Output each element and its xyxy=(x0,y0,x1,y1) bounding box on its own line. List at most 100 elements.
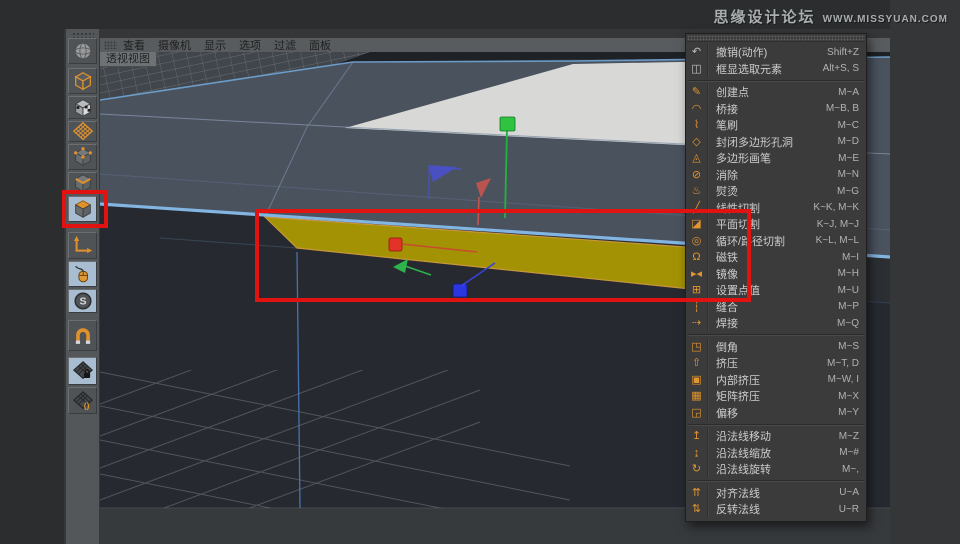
viewport-menu-item[interactable]: 面板 xyxy=(309,37,331,53)
context-menu-item[interactable]: ╱ 线性切割 K~K, M~K xyxy=(686,200,866,217)
brush-icon: ⌇ xyxy=(686,117,708,133)
left-gutter xyxy=(0,0,64,544)
polygons-mode-icon xyxy=(72,198,94,220)
tool-lock-workplane[interactable] xyxy=(68,357,97,385)
context-menu-item[interactable]: ◪ 平面切割 K~J, M~J xyxy=(686,216,866,233)
set-point-value-icon: ⊞ xyxy=(686,282,708,298)
context-menu-item[interactable]: ⊞ 设置点值 M~U xyxy=(686,282,866,299)
z-axis-handle xyxy=(453,284,467,297)
context-menu-item[interactable]: ↶ 撤销(动作) Shift+Z xyxy=(686,44,866,61)
enable-axis-icon xyxy=(72,235,94,257)
magnet-icon: Ω xyxy=(686,249,708,265)
context-menu-item[interactable]: ⇈ 对齐法线 U~A xyxy=(686,485,866,502)
context-menu-item[interactable]: ▦ 矩阵挤压 M~X xyxy=(686,388,866,405)
mirror-icon: ▸◂ xyxy=(686,266,708,282)
context-menu-item[interactable]: ↨ 沿法线缩放 M~# xyxy=(686,445,866,462)
snap-settings-icon: S xyxy=(72,290,94,312)
viewport-menu-item[interactable]: 摄像机 xyxy=(158,37,191,53)
viewport-menu-item[interactable]: 查看 xyxy=(123,37,145,53)
watermark-site-name: 思缘设计论坛 xyxy=(714,9,816,26)
smooth-shift-icon: ◲ xyxy=(686,405,708,421)
context-menu: ↶ 撤销(动作) Shift+Z ◫ 框显选取元素 Alt+S, S ✎ 创建点… xyxy=(685,33,867,522)
snap-magnet-icon xyxy=(72,325,94,347)
mouse-icon xyxy=(72,263,94,285)
cinema4d-app: 思缘设计论坛 WWW.MISSYUAN.COM xyxy=(0,0,960,544)
context-menu-item[interactable]: ◠ 桥接 M~B, B xyxy=(686,101,866,118)
context-menu-item[interactable]: ◫ 框显选取元素 Alt+S, S xyxy=(686,61,866,78)
tool-snap-magnet[interactable] xyxy=(68,320,97,351)
rotate-normals-icon: ↻ xyxy=(686,461,708,477)
context-menu-item[interactable]: ┆ 缝合 M~P xyxy=(686,299,866,316)
context-menu-item[interactable]: ◳ 倒角 M~S xyxy=(686,339,866,356)
context-menu-item[interactable]: ◲ 偏移 M~Y xyxy=(686,405,866,422)
workplane-mode-icon xyxy=(72,121,94,143)
viewport-menu-item[interactable]: 显示 xyxy=(204,37,226,53)
close-polygon-hole-icon: ◇ xyxy=(686,134,708,150)
matrix-extrude-icon: ▦ xyxy=(686,388,708,404)
lock-workplane-icon xyxy=(72,360,94,382)
make-editable-icon xyxy=(72,40,94,62)
context-menu-item[interactable]: ▸◂ 镜像 M~H xyxy=(686,266,866,283)
line-cut-icon: ╱ xyxy=(686,200,708,216)
watermark-site-url: WWW.MISSYUAN.COM xyxy=(823,14,948,25)
context-menu-item[interactable]: ⇧ 挤压 M~T, D xyxy=(686,355,866,372)
align-workplane-icon: () xyxy=(72,390,94,412)
tool-model-mode[interactable] xyxy=(68,68,97,94)
menu-separator xyxy=(688,334,864,336)
context-menu-item[interactable]: ⌇ 笔刷 M~C xyxy=(686,117,866,134)
align-normals-icon: ⇈ xyxy=(686,485,708,501)
dissolve-icon: ⊘ xyxy=(686,167,708,183)
loop-path-cut-icon: ◎ xyxy=(686,233,708,249)
viewport-menu-item[interactable]: 选项 xyxy=(239,37,261,53)
polygon-pen-icon: ◬ xyxy=(686,150,708,166)
context-menu-item[interactable]: ⇅ 反转法线 U~R xyxy=(686,501,866,518)
x-axis-handle xyxy=(389,238,402,251)
plane-cut-icon: ◪ xyxy=(686,216,708,232)
mode-toolbar: S () xyxy=(66,29,99,544)
viewport-menu-item[interactable]: 过滤 xyxy=(274,37,296,53)
tool-enable-axis[interactable] xyxy=(68,232,97,259)
context-menu-item[interactable]: ◬ 多边形画笔 M~E xyxy=(686,150,866,167)
create-point-icon: ✎ xyxy=(686,84,708,100)
bridge-icon: ◠ xyxy=(686,101,708,117)
svg-text:(): () xyxy=(83,400,89,410)
menu-separator xyxy=(688,80,864,82)
tool-align-workplane[interactable]: () xyxy=(68,387,97,414)
weld-icon: ⇢ xyxy=(686,315,708,331)
context-menu-item[interactable]: ⊘ 消除 M~N xyxy=(686,167,866,184)
model-mode-icon xyxy=(72,70,94,92)
tool-polygons-mode[interactable] xyxy=(68,196,97,222)
watermark: 思缘设计论坛 WWW.MISSYUAN.COM xyxy=(714,6,948,27)
context-menu-item[interactable]: ↻ 沿法线旋转 M~, xyxy=(686,461,866,478)
texture-mode-icon xyxy=(72,97,94,119)
undo-icon: ↶ xyxy=(686,44,708,60)
menu-tearoff-strip[interactable] xyxy=(687,35,865,42)
context-menu-item[interactable]: ⇢ 焊接 M~Q xyxy=(686,315,866,332)
y-axis-handle xyxy=(500,117,515,131)
context-menu-item[interactable]: ▣ 内部挤压 M~W, I xyxy=(686,372,866,389)
context-menu-item[interactable]: ↥ 沿法线移动 M~Z xyxy=(686,428,866,445)
viewport-view-label[interactable]: 透视视图 xyxy=(100,52,157,67)
stitch-sew-icon: ┆ xyxy=(686,299,708,315)
tool-texture-mode[interactable] xyxy=(68,96,97,119)
points-mode-icon xyxy=(72,146,94,168)
tool-workplane-mode[interactable] xyxy=(68,121,97,142)
extrude-inner-icon: ▣ xyxy=(686,372,708,388)
tool-make-editable[interactable] xyxy=(68,38,97,64)
svg-text:S: S xyxy=(79,296,86,308)
context-menu-item[interactable]: ◇ 封闭多边形孔洞 M~D xyxy=(686,134,866,151)
tool-edges-mode[interactable] xyxy=(68,172,97,194)
tool-tweak-mode[interactable] xyxy=(68,261,97,287)
context-menu-item[interactable]: ♨ 熨烫 M~G xyxy=(686,183,866,200)
context-menu-item[interactable]: ◎ 循环/路径切割 K~L, M~L xyxy=(686,233,866,250)
tool-snap-settings[interactable]: S xyxy=(68,289,97,313)
move-normals-icon: ↥ xyxy=(686,428,708,444)
context-menu-item[interactable]: ✎ 创建点 M~A xyxy=(686,84,866,101)
menubar-grip-handle[interactable] xyxy=(104,41,117,50)
tool-points-mode[interactable] xyxy=(68,144,97,170)
extrude-icon: ⇧ xyxy=(686,355,708,371)
frame-selected-icon: ◫ xyxy=(686,61,708,77)
context-menu-item[interactable]: Ω 磁铁 M~I xyxy=(686,249,866,266)
iron-icon: ♨ xyxy=(686,183,708,199)
menu-separator xyxy=(688,480,864,482)
